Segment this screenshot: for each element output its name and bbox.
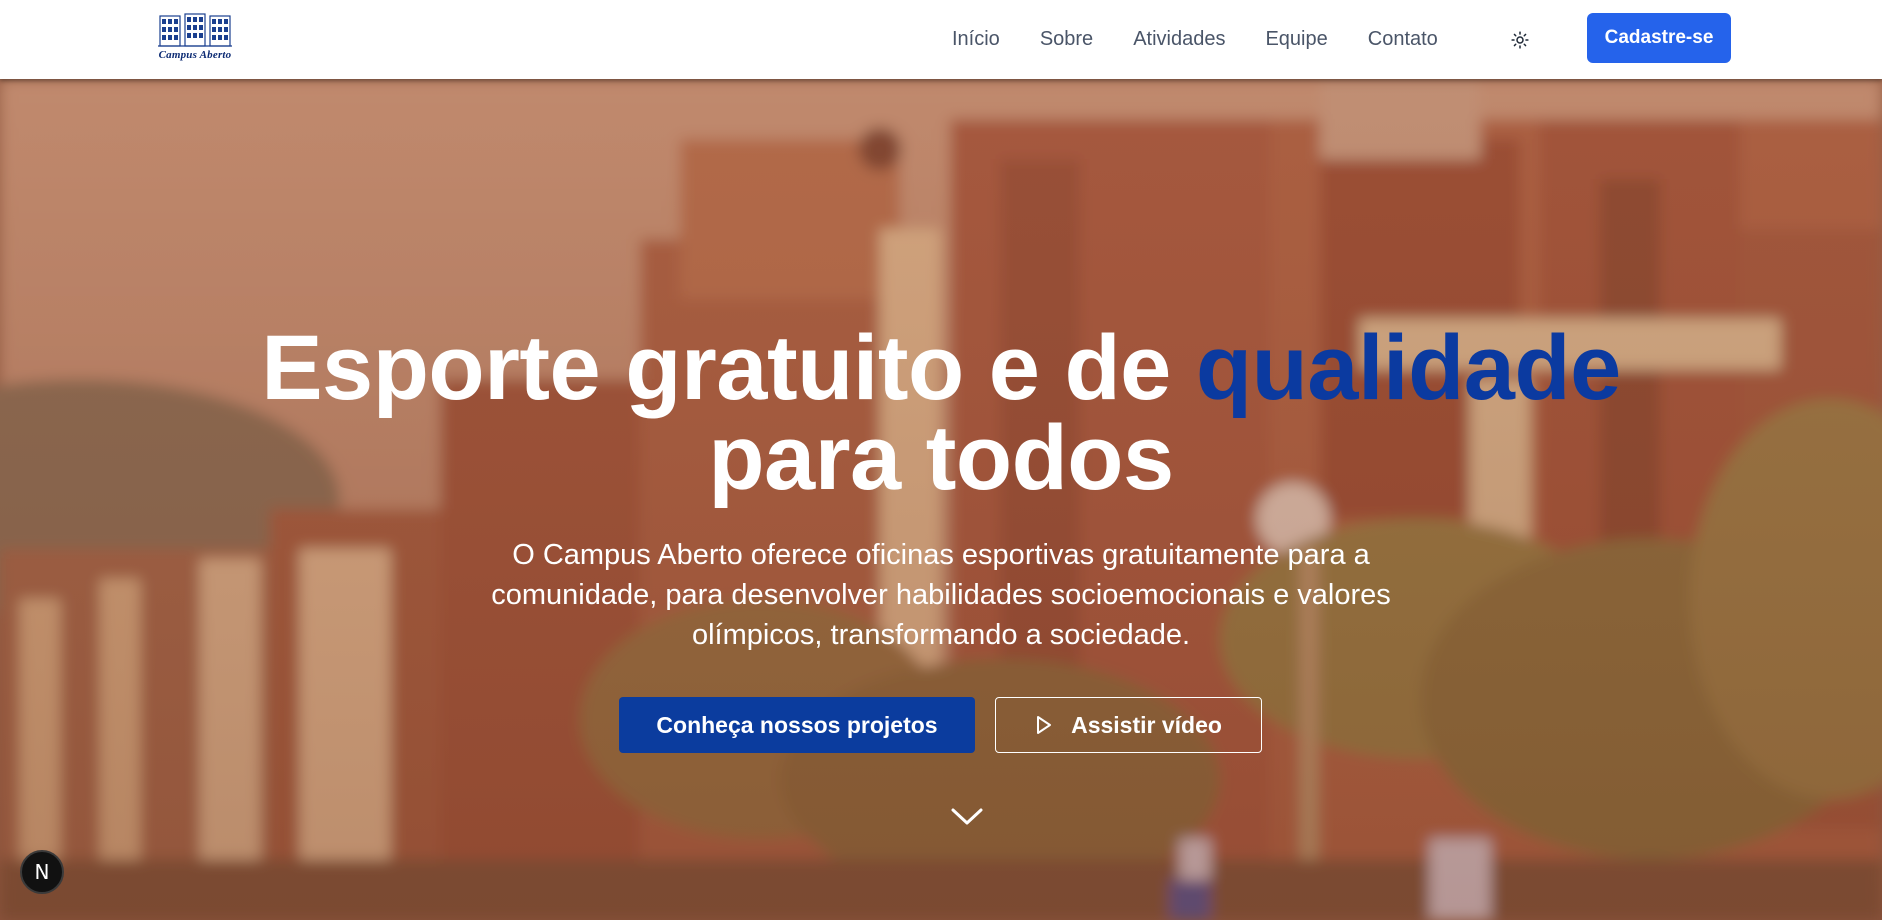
nav-link-sobre[interactable]: Sobre [1040,28,1093,51]
signup-button[interactable]: Cadastre-se [1587,13,1731,63]
theme-toggle-button[interactable] [1508,28,1532,52]
nav-link-contato[interactable]: Contato [1368,28,1438,51]
logo[interactable]: Campus Aberto [150,10,240,66]
sun-icon [1511,31,1529,49]
play-icon [1037,716,1052,734]
watch-video-button[interactable]: Assistir vídeo [995,697,1262,753]
hero-title-part2: para todos [708,407,1174,509]
nav-link-atividades[interactable]: Atividades [1133,28,1225,51]
chevron-down-icon[interactable] [950,806,984,828]
building-logo-icon [158,13,232,47]
hero-section: Esporte gratuito e de qualidade para tod… [0,79,1882,920]
hero-title-part1: Esporte gratuito e de [261,317,1196,419]
main-nav: Início Sobre Atividades Equipe Contato [952,0,1478,79]
hero-subtitle: O Campus Aberto oferece oficinas esporti… [491,539,1391,651]
projects-button[interactable]: Conheça nossos projetos [619,697,975,753]
hero-title: Esporte gratuito e de qualidade para tod… [0,322,1882,504]
nextjs-letter: N [34,860,50,884]
nav-link-equipe[interactable]: Equipe [1265,28,1327,51]
nextjs-icon[interactable]: N [20,850,64,894]
nav-link-inicio[interactable]: Início [952,28,1000,51]
watch-video-label: Assistir vídeo [1071,711,1222,738]
site-header: Campus Aberto Início Sobre Atividades Eq… [0,0,1882,79]
logo-text: Campus Aberto [158,49,232,61]
hero-title-accent: qualidade [1195,317,1621,419]
